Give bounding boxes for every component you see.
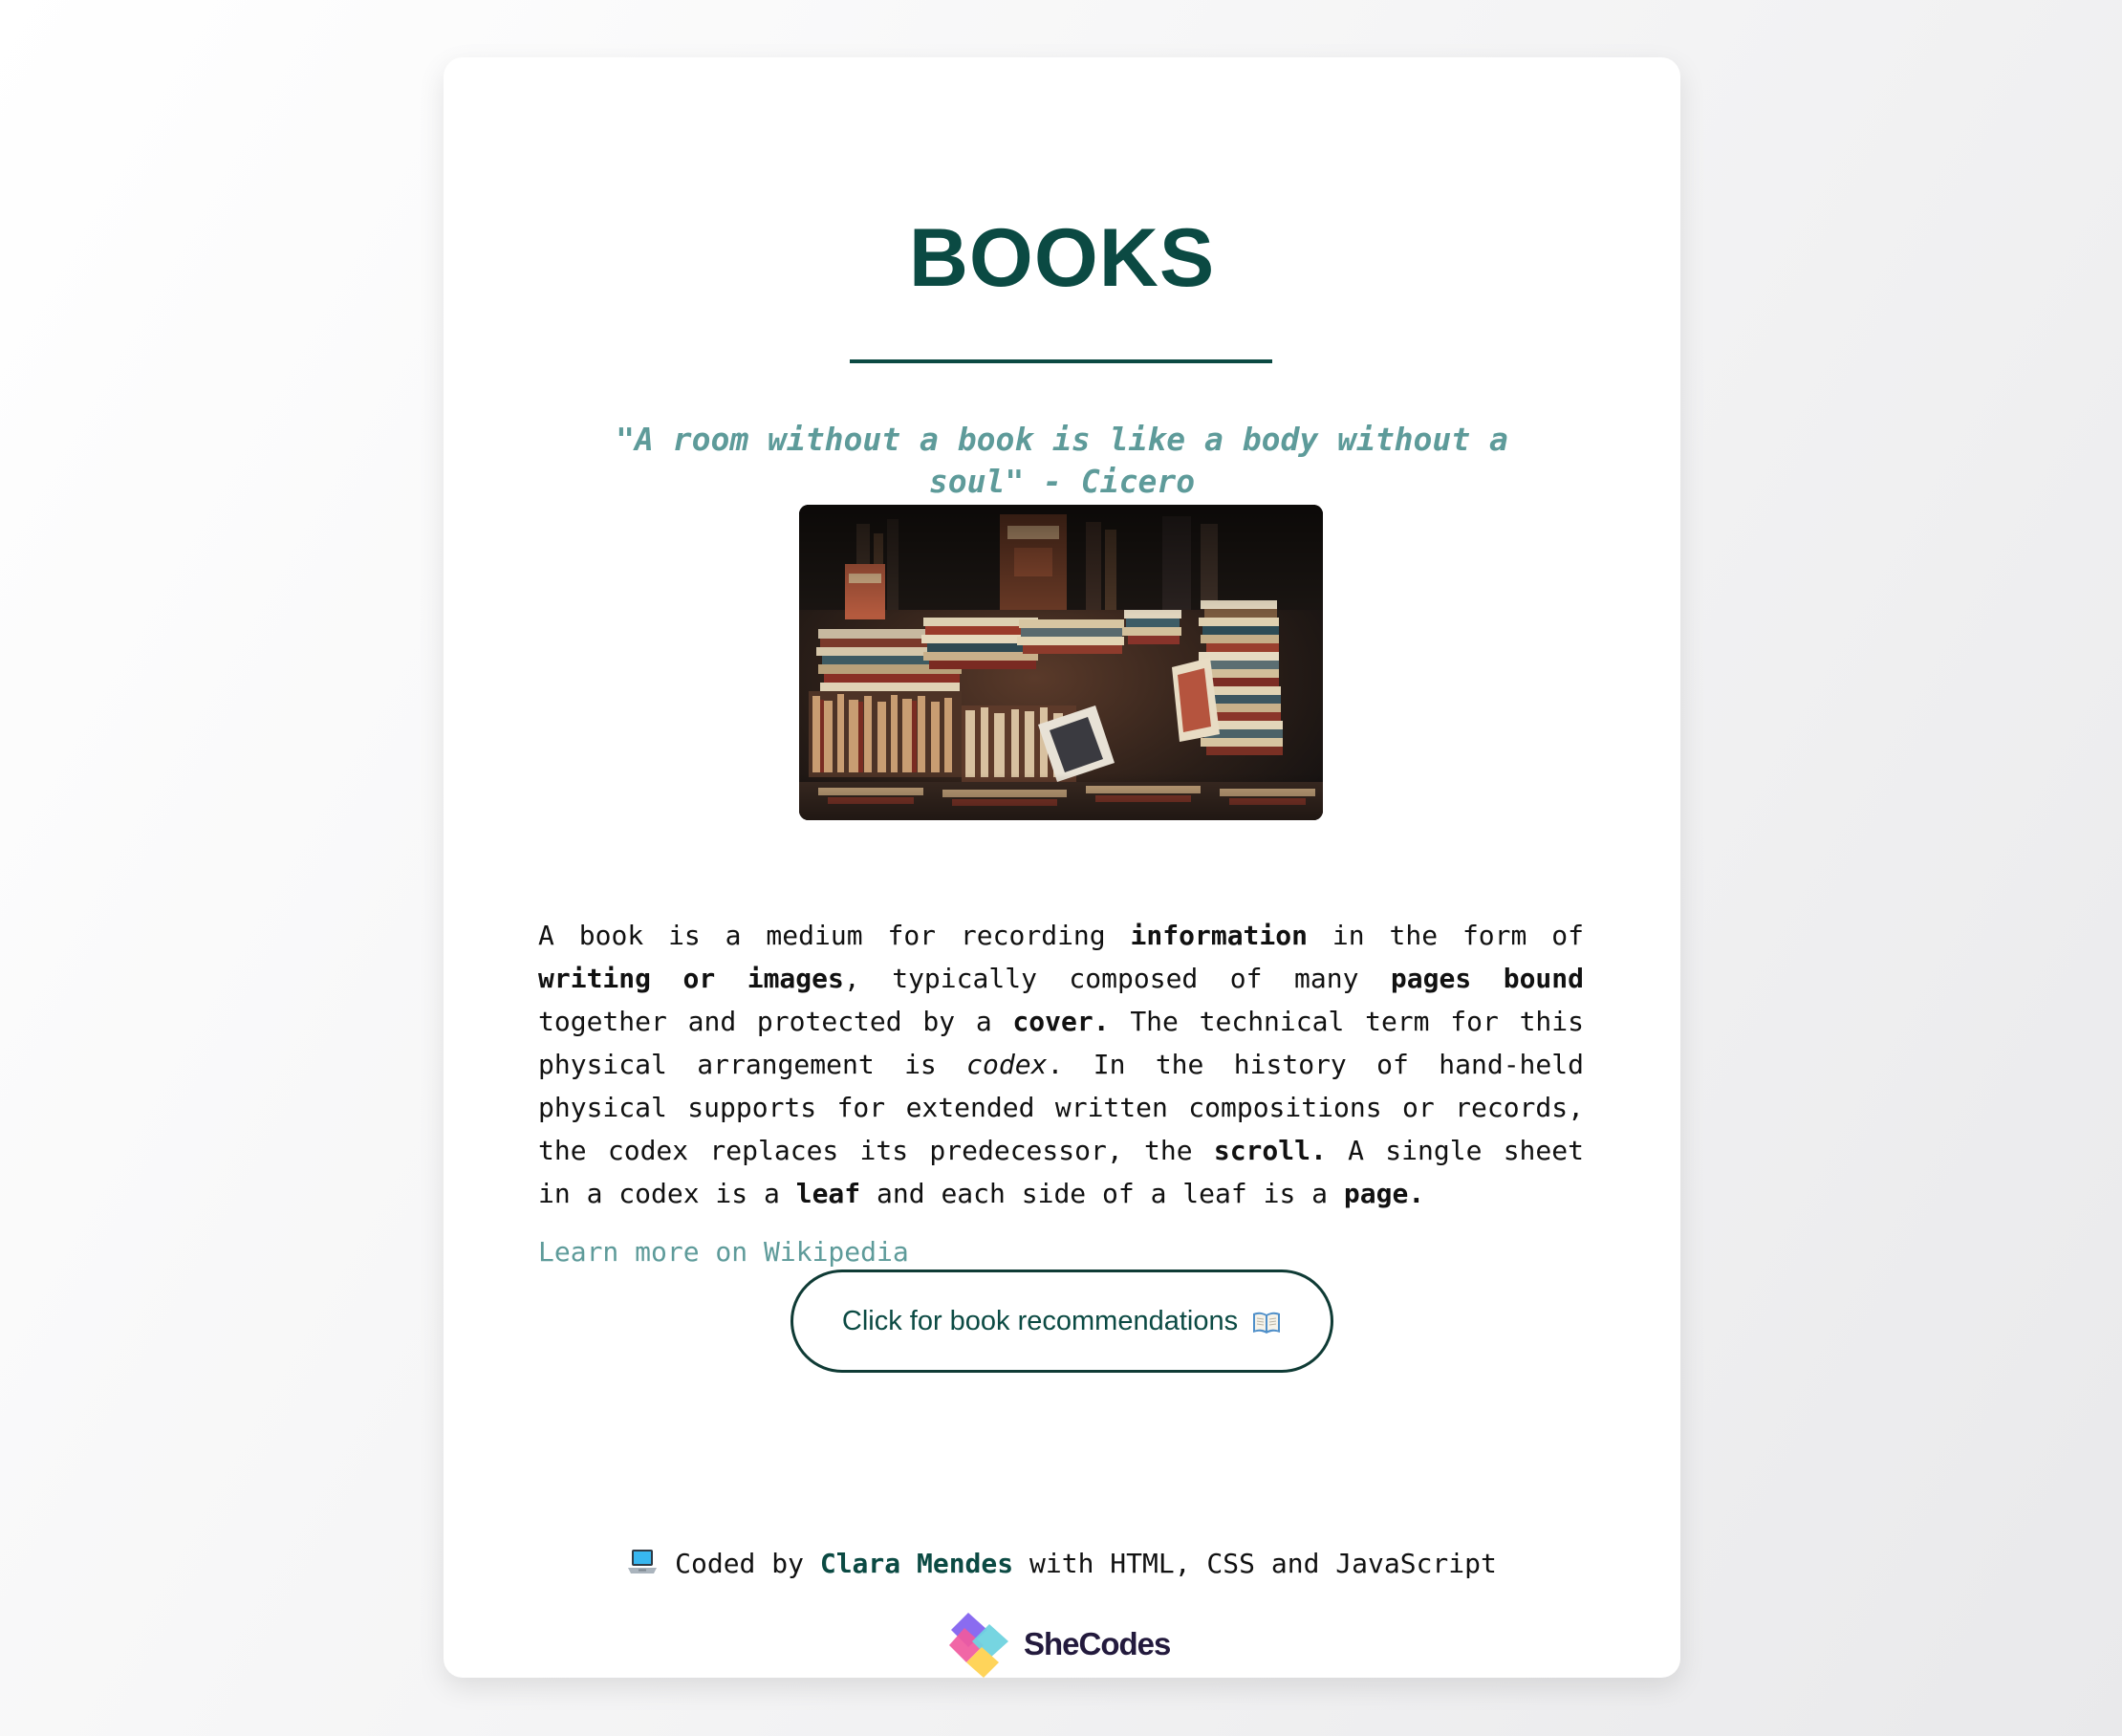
- book-description: A book is a medium for recording informa…: [538, 914, 1584, 1215]
- description-segment: page.: [1343, 1178, 1425, 1209]
- description-segment: together and protected by a: [538, 1006, 1013, 1037]
- wikipedia-link[interactable]: Learn more on Wikipedia: [538, 1233, 909, 1271]
- shecodes-logo-text: SheCodes: [1024, 1626, 1171, 1661]
- books-photo: [799, 505, 1323, 820]
- shecodes-logo: SheCodes: [945, 1611, 1171, 1678]
- shecodes-logo-mark: [949, 1613, 1008, 1678]
- title-divider: [850, 359, 1272, 363]
- description-segment: writing or images: [538, 963, 844, 994]
- open-book-icon: [1251, 1311, 1282, 1335]
- description-segment: and each side of a leaf is a: [860, 1178, 1344, 1209]
- description-segment: A book is a medium for recording: [538, 920, 1131, 951]
- description-segment: scroll.: [1213, 1135, 1327, 1166]
- description-segment: cover.: [1012, 1006, 1110, 1037]
- author-name: Clara Mendes: [819, 1548, 1014, 1579]
- description-segment: pages bound: [1390, 963, 1584, 994]
- description-segment: leaf: [795, 1178, 861, 1209]
- book-recommendations-label: Click for book recommendations: [841, 1305, 1239, 1336]
- footer-prefix: Coded by: [675, 1548, 804, 1579]
- books-pile-image: [799, 505, 1323, 820]
- cicero-quote: "A room without a book is like a body wi…: [616, 421, 1508, 500]
- book-recommendations-button[interactable]: Click for book recommendations: [790, 1269, 1333, 1373]
- page-title: BOOKS: [908, 212, 1216, 304]
- description-segment: in the form of: [1307, 920, 1584, 951]
- laptop-icon: [627, 1548, 658, 1576]
- footer-suffix: with HTML, CSS and JavaScript: [1029, 1548, 1497, 1579]
- main-card: BOOKS "A room without a book is like a b…: [444, 57, 1680, 1678]
- description-segment: information: [1130, 920, 1308, 951]
- description-segment: , typically composed of many: [843, 963, 1391, 994]
- footer-credits: Coded by Clara Mendes with HTML, CSS and…: [444, 1545, 1680, 1583]
- description-segment: codex: [966, 1049, 1048, 1080]
